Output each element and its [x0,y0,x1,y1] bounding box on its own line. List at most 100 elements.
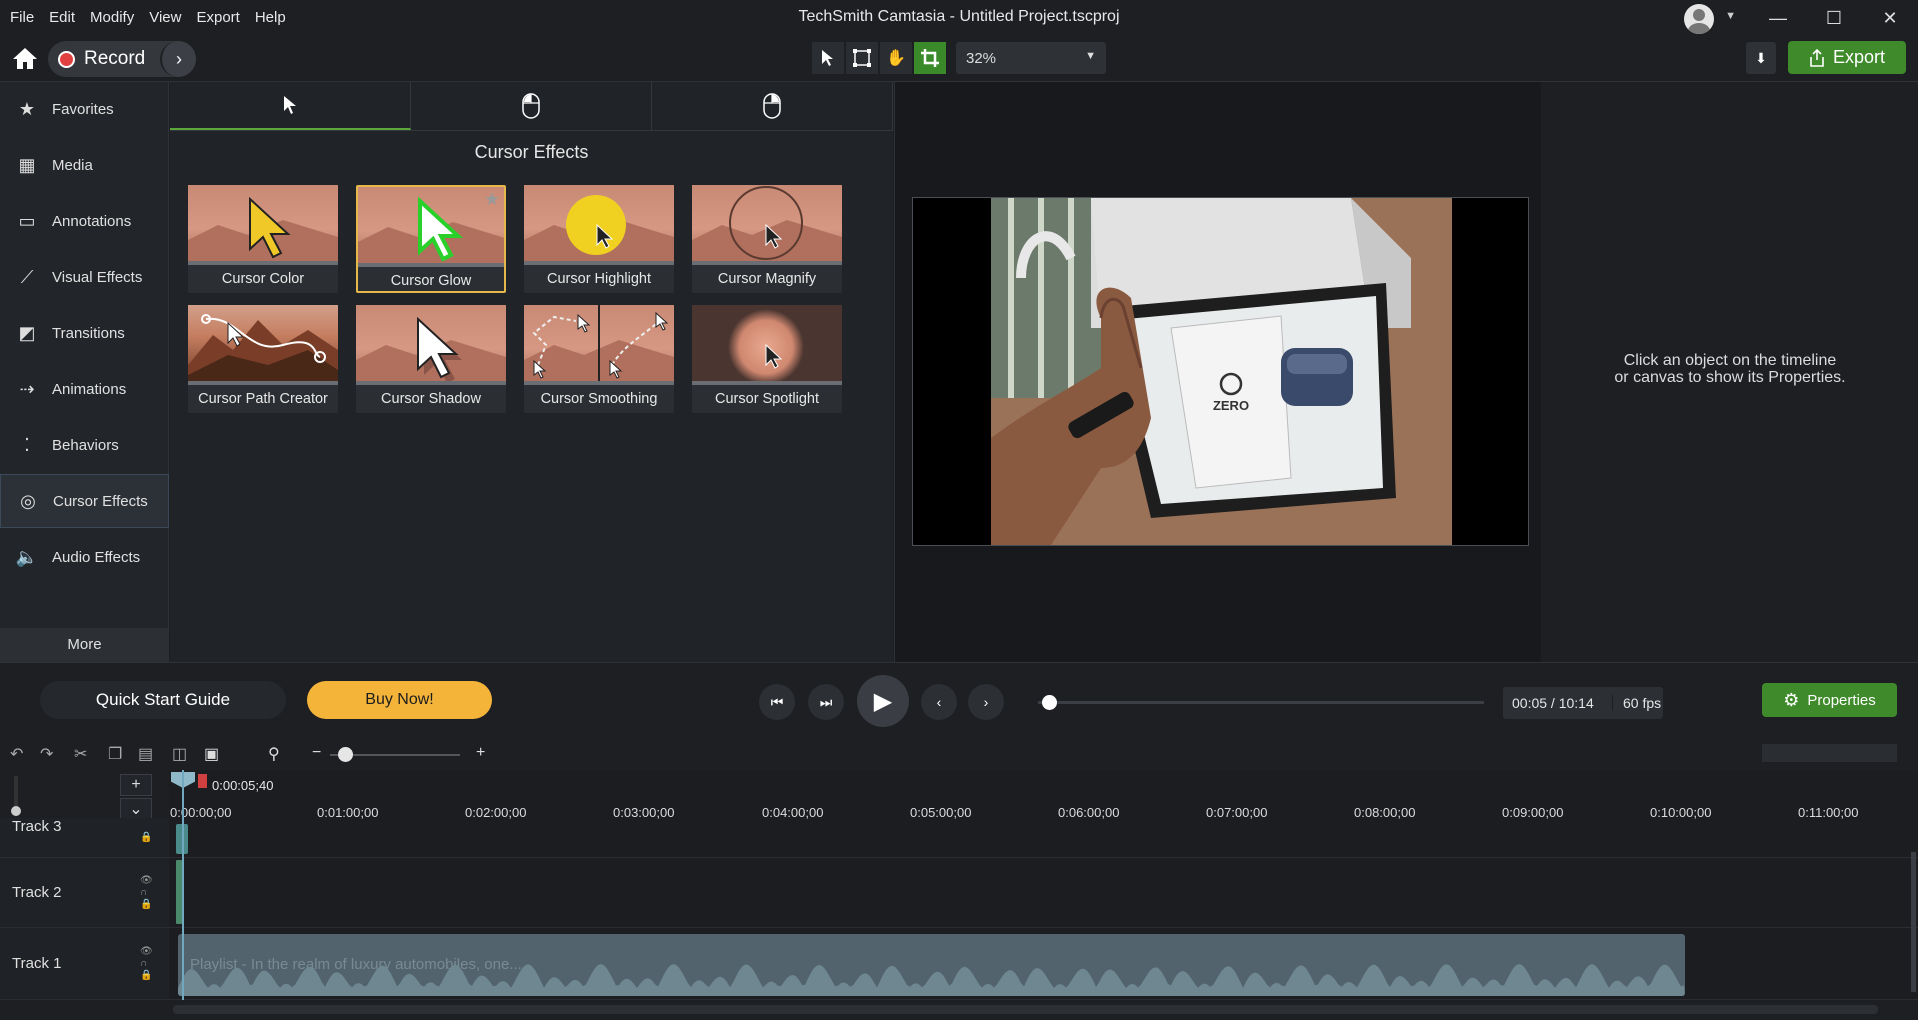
export-button[interactable]: Export [1788,41,1906,74]
redo-icon[interactable]: ↷ [40,744,53,764]
transform-tool-icon[interactable] [846,42,878,74]
playhead-line [182,770,184,1000]
menu-view[interactable]: View [149,9,181,26]
tab-left-click[interactable] [411,82,652,130]
gear-icon: ⚙ [1783,689,1800,710]
effect-tile-cursor-glow[interactable]: ★ Cursor Glow [356,185,506,293]
effect-tile-cursor-smoothing[interactable]: Cursor Smoothing [524,305,674,413]
vertical-scrollbar[interactable] [1911,852,1916,992]
chevron-down-icon[interactable]: ▼ [1725,10,1736,22]
animation-icon: ⇢ [19,378,35,399]
zoom-magnifier-icon[interactable]: ⚲ [268,744,280,764]
user-avatar-icon[interactable] [1684,4,1714,34]
library-title: Cursor Effects [474,142,589,162]
right-click-icon [763,93,781,119]
canvas-preview[interactable]: ZERO [894,82,1541,662]
minimize-icon[interactable]: — [1750,8,1806,29]
playback-scrubber[interactable] [1038,695,1484,710]
timeline-overview[interactable] [1762,744,1897,762]
collapse-tracks-icon[interactable]: ⌄ [120,798,152,820]
effect-tile-cursor-path-creator[interactable]: Cursor Path Creator [188,305,338,413]
paste-icon[interactable]: ▤ [138,744,153,764]
sidebar-item-label: Media [52,156,93,174]
select-tool-icon[interactable] [812,42,844,74]
track-row-2[interactable]: Track 2 👁 ∩ 🔒 [0,858,1918,928]
sidebar-item-label: Visual Effects [52,268,143,286]
record-button[interactable]: Record › [48,41,196,77]
timeline-tracks: Track 3 🔒 Track 2 👁 ∩ 🔒 Track 1 👁 ∩ 🔒 Playli… [0,818,1918,1000]
add-track-button[interactable]: + [120,774,152,796]
video-frame[interactable]: ZERO [991,198,1452,545]
properties-button[interactable]: ⚙ Properties [1762,683,1897,717]
tab-cursor[interactable] [170,82,411,130]
track-lock-icon[interactable]: 🔒 [140,832,152,844]
cut-icon[interactable]: ✂ [74,744,87,764]
track-controls-icons[interactable]: 👁 ∩ 🔒 [140,946,153,982]
sidebar-item-visual-effects[interactable]: ⟋ Visual Effects [0,250,169,304]
track-row-1[interactable]: Track 1 👁 ∩ 🔒 Playlist - In the realm of l… [0,928,1918,1000]
timeline-zoom-slider[interactable] [330,747,460,762]
copy-icon[interactable]: ❐ [108,744,122,764]
sidebar-item-audio-effects[interactable]: 🔈 Audio Effects [0,530,169,584]
sidebar-item-favorites[interactable]: ★ Favorites [0,82,169,136]
undo-icon[interactable]: ↶ [10,744,23,764]
snapshot-camera-icon[interactable]: ▣ [204,744,219,764]
zoom-slider-handle[interactable] [338,747,353,762]
behavior-icon: ⁚ [24,434,30,455]
track-controls-icons[interactable]: 👁 ∩ 🔒 [140,875,153,911]
video-canvas[interactable]: ZERO [912,197,1529,546]
effect-label: Cursor Spotlight [715,391,819,407]
step-forward-icon[interactable]: ⏭ [808,684,844,720]
step-back-icon[interactable]: ⏮ [759,684,795,720]
sidebar-item-cursor-effects[interactable]: ◎ Cursor Effects [0,474,169,528]
sidebar-item-animations[interactable]: ⇢ Animations [0,362,169,416]
more-button[interactable]: More [0,628,169,662]
horizontal-scrollbar[interactable] [169,1000,1918,1020]
zoom-select[interactable]: 32% ▼ [956,42,1106,74]
track-height-slider[interactable] [11,776,21,816]
effect-tile-cursor-color[interactable]: Cursor Color [188,185,338,293]
film-icon: ▦ [18,154,36,175]
record-expand-arrow-icon[interactable]: › [160,41,196,77]
effect-tile-cursor-magnify[interactable]: Cursor Magnify [692,185,842,293]
effect-tile-cursor-shadow[interactable]: Cursor Shadow [356,305,506,413]
effect-tile-cursor-spotlight[interactable]: Cursor Spotlight [692,305,842,413]
track-row-3[interactable]: Track 3 🔒 [0,818,1918,858]
sidebar-item-transitions[interactable]: ◩ Transitions [0,306,169,360]
close-icon[interactable]: ✕ [1862,8,1918,29]
crop-tool-icon[interactable] [914,42,946,74]
pan-hand-icon[interactable]: ✋ [880,42,912,74]
zoom-out-icon[interactable]: − [312,744,321,762]
scrollbar-thumb[interactable] [173,1005,1878,1014]
scrubber-handle[interactable] [1041,695,1057,710]
playhead-out-marker[interactable] [198,774,207,788]
favorite-star-icon[interactable]: ★ [484,189,500,210]
menu-modify[interactable]: Modify [90,9,134,26]
annotation-icon: ▭ [18,210,36,231]
sidebar-item-label: Animations [52,380,127,398]
zoom-in-icon[interactable]: + [476,744,485,762]
play-icon[interactable]: ▶ [857,675,909,727]
timeline-ruler[interactable]: + ⌄ 0:00:05;40 0:00:00;00 0:01:00;00 0:0… [0,770,1918,824]
previous-marker-icon[interactable]: ‹ [921,684,957,720]
menu-help[interactable]: Help [255,9,286,26]
audio-clip[interactable]: Playlist - In the realm of luxury automo… [178,934,1685,996]
home-icon[interactable] [12,46,38,70]
download-icon[interactable]: ⬇ [1746,42,1776,74]
effect-tile-cursor-highlight[interactable]: Cursor Highlight [524,185,674,293]
menu-export[interactable]: Export [196,9,239,26]
menu-edit[interactable]: Edit [49,9,75,26]
sidebar-item-behaviors[interactable]: ⁚ Behaviors [0,418,169,472]
frame-rate[interactable]: 60 fps [1612,695,1661,711]
cursor-effects-icon: ◎ [20,490,36,511]
maximize-icon[interactable]: ☐ [1806,8,1862,29]
quick-start-guide-button[interactable]: Quick Start Guide [40,681,286,719]
buy-now-button[interactable]: Buy Now! [307,681,492,719]
audio-waveform [178,964,1685,996]
tab-right-click[interactable] [652,82,893,130]
menu-file[interactable]: File [10,9,34,26]
sidebar-item-media[interactable]: ▦ Media [0,138,169,192]
sidebar-item-annotations[interactable]: ▭ Annotations [0,194,169,248]
split-icon[interactable]: ◫ [172,744,187,764]
next-marker-icon[interactable]: › [968,684,1004,720]
